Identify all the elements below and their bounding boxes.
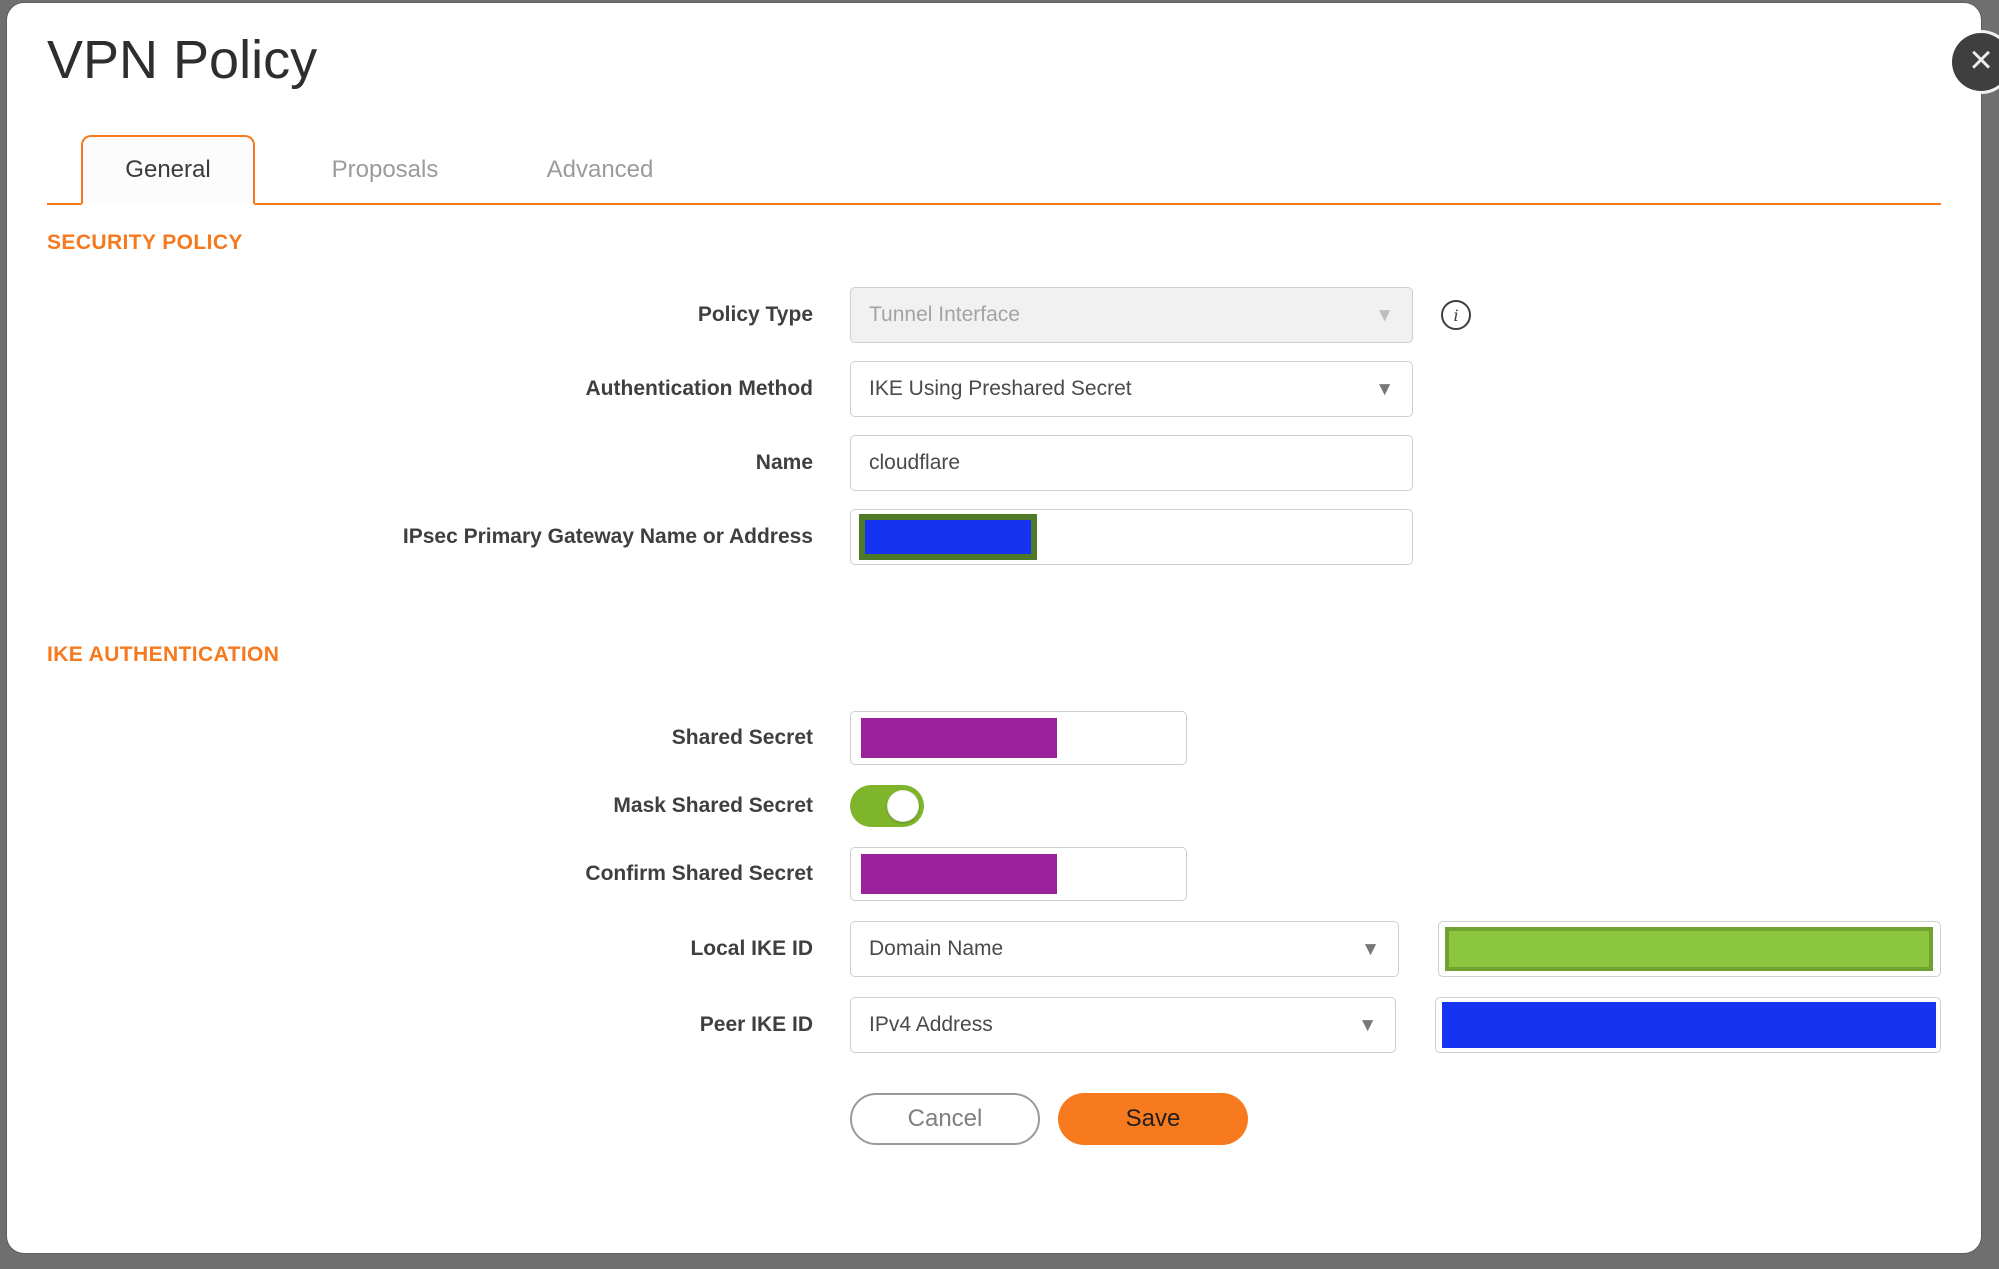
shared-secret-row: Shared Secret xyxy=(47,711,1941,765)
local-ike-id-input[interactable] xyxy=(1437,921,1941,977)
peer-ike-id-input[interactable] xyxy=(1435,997,1941,1053)
info-icon[interactable]: i xyxy=(1441,300,1471,330)
chevron-down-icon: ▼ xyxy=(1358,1014,1377,1036)
peer-ike-id-redacted-value xyxy=(1442,1002,1936,1048)
confirm-shared-secret-row: Confirm Shared Secret xyxy=(47,847,1941,901)
local-ike-id-type-value: Domain Name xyxy=(869,937,1004,960)
mask-shared-secret-toggle[interactable] xyxy=(850,785,924,827)
local-ike-id-redacted-value xyxy=(1444,927,1933,971)
tab-advanced[interactable]: Advanced xyxy=(515,137,685,203)
name-row: Name cloudflare xyxy=(47,435,1941,491)
shared-secret-redacted-value xyxy=(861,718,1057,758)
local-ike-id-row: Local IKE ID Domain Name ▼ xyxy=(47,921,1941,977)
mask-shared-secret-label: Mask Shared Secret xyxy=(613,794,813,817)
gateway-input[interactable] xyxy=(850,509,1413,565)
policy-type-row: Policy Type Tunnel Interface ▼ i xyxy=(47,287,1941,343)
vpn-policy-dialog: × VPN Policy General Proposals Advanced … xyxy=(6,2,1999,1254)
local-ike-id-type-select[interactable]: Domain Name ▼ xyxy=(850,921,1399,977)
confirm-shared-secret-label: Confirm Shared Secret xyxy=(585,862,813,885)
cancel-button[interactable]: Cancel xyxy=(850,1093,1040,1145)
gateway-row: IPsec Primary Gateway Name or Address xyxy=(47,509,1941,565)
policy-type-value: Tunnel Interface xyxy=(869,303,1020,326)
security-policy-heading: SECURITY POLICY xyxy=(47,231,243,254)
shared-secret-input[interactable] xyxy=(850,711,1187,765)
toggle-knob xyxy=(887,790,919,822)
auth-method-row: Authentication Method IKE Using Preshare… xyxy=(47,361,1941,417)
action-buttons: Cancel Save xyxy=(850,1093,1941,1145)
close-button[interactable]: × xyxy=(1952,33,1999,91)
gateway-label: IPsec Primary Gateway Name or Address xyxy=(402,525,813,548)
ike-authentication-heading: IKE AUTHENTICATION xyxy=(47,643,280,666)
chevron-down-icon: ▼ xyxy=(1375,378,1394,400)
name-value: cloudflare xyxy=(869,451,961,474)
policy-type-select: Tunnel Interface ▼ xyxy=(850,287,1413,343)
confirm-shared-secret-input[interactable] xyxy=(850,847,1187,901)
peer-ike-id-type-select[interactable]: IPv4 Address ▼ xyxy=(850,997,1396,1053)
name-label: Name xyxy=(755,451,813,474)
tab-bar: General Proposals Advanced xyxy=(47,135,1941,205)
peer-ike-id-type-value: IPv4 Address xyxy=(869,1013,993,1036)
chevron-down-icon: ▼ xyxy=(1361,938,1380,960)
chevron-down-icon: ▼ xyxy=(1375,304,1394,326)
gateway-redacted-value xyxy=(859,514,1037,560)
peer-ike-id-row: Peer IKE ID IPv4 Address ▼ xyxy=(47,997,1941,1053)
auth-method-label: Authentication Method xyxy=(585,377,813,400)
close-icon: × xyxy=(1969,38,1993,82)
confirm-shared-secret-redacted-value xyxy=(861,854,1057,894)
dialog-title: VPN Policy xyxy=(47,30,318,90)
auth-method-select[interactable]: IKE Using Preshared Secret ▼ xyxy=(850,361,1413,417)
tab-proposals[interactable]: Proposals xyxy=(300,137,470,203)
save-button[interactable]: Save xyxy=(1058,1093,1248,1145)
name-input[interactable]: cloudflare xyxy=(850,435,1413,491)
auth-method-value: IKE Using Preshared Secret xyxy=(869,377,1132,400)
mask-shared-secret-row: Mask Shared Secret xyxy=(47,785,1941,827)
peer-ike-id-label: Peer IKE ID xyxy=(699,1013,813,1036)
local-ike-id-label: Local IKE ID xyxy=(690,937,813,960)
policy-type-label: Policy Type xyxy=(697,303,813,326)
tab-general[interactable]: General xyxy=(81,135,255,205)
shared-secret-label: Shared Secret xyxy=(671,726,813,749)
